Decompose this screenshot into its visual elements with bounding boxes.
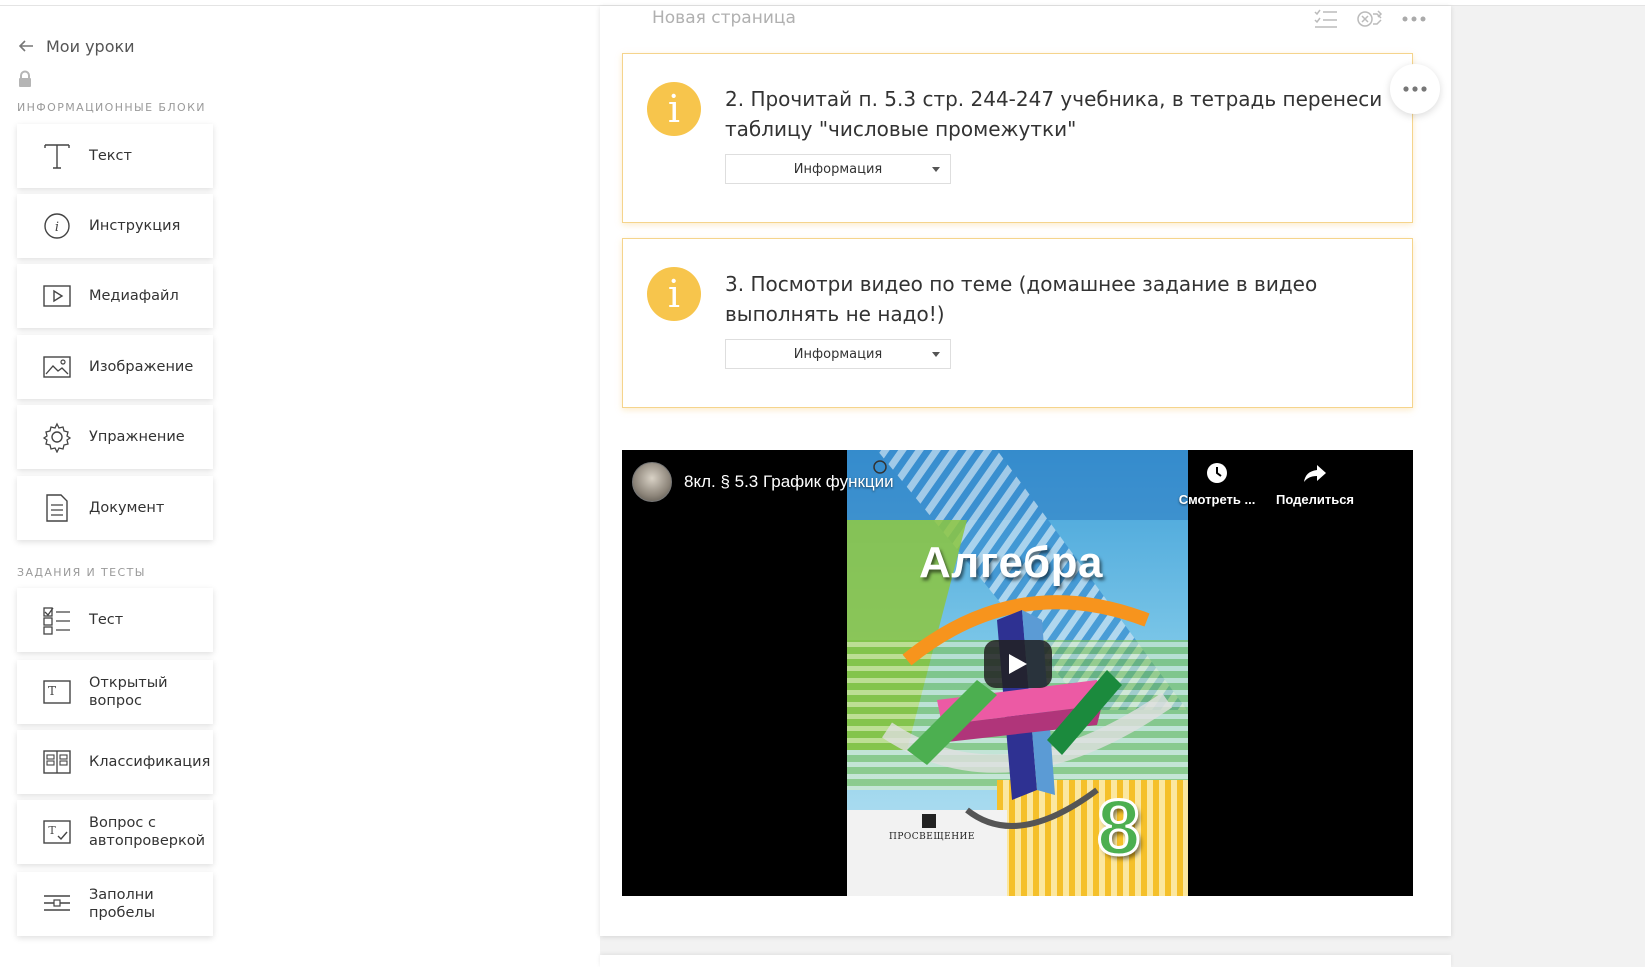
tile-document[interactable]: Документ xyxy=(17,476,213,540)
document-icon xyxy=(41,492,73,524)
info-circle-icon: i xyxy=(41,210,73,242)
tile-exercise[interactable]: Упражнение xyxy=(17,405,213,469)
tile-image[interactable]: Изображение xyxy=(17,335,213,399)
block-type-value: Информация xyxy=(793,161,883,177)
checklist-settings-icon[interactable] xyxy=(1313,8,1339,30)
cover-title: Алгебра xyxy=(919,538,1103,587)
block-type-select[interactable]: Информация xyxy=(725,154,951,184)
tile-label: Классификация xyxy=(89,754,211,770)
channel-avatar[interactable] xyxy=(632,462,672,502)
next-page-card xyxy=(600,955,1451,967)
tile-label: Текст xyxy=(89,148,132,164)
info-block[interactable]: i 3. Посмотри видео по теме (домашнее за… xyxy=(622,238,1413,408)
tile-media[interactable]: Медиафайл xyxy=(17,264,213,328)
dropdown-caret-icon xyxy=(932,167,940,172)
video-title[interactable]: 8кл. § 5.3 График функции xyxy=(684,472,894,492)
tile-label: Упражнение xyxy=(89,429,185,445)
clock-icon xyxy=(1207,463,1227,483)
lesson-page: Новая страница i 2. Прочитай п. 5.3 стр.… xyxy=(600,6,1451,936)
tile-label: Медиафайл xyxy=(89,288,179,304)
tile-label: Тест xyxy=(89,612,124,628)
gear-icon xyxy=(41,421,73,454)
shuffle-off-icon[interactable] xyxy=(1357,8,1383,30)
svg-text:T: T xyxy=(48,824,56,837)
tile-open-question[interactable]: T Открытый вопрос xyxy=(17,660,213,724)
tile-label: Открытый вопрос xyxy=(89,675,168,709)
tile-label: Изображение xyxy=(89,359,194,375)
media-block: Алгебра 8 ПРОСВЕЩЕНИЕ 8кл. § 5.3 График … xyxy=(622,430,1413,920)
tile-label: Документ xyxy=(89,500,165,516)
sidebar-scroll-area[interactable]: Мои уроки Информационные блоки Текст i И… xyxy=(0,6,600,954)
info-block-text[interactable]: 3. Посмотри видео по теме (домашнее зада… xyxy=(725,269,1385,329)
block-type-value: Информация xyxy=(793,346,883,362)
info-icon: i xyxy=(647,82,701,136)
classification-icon xyxy=(41,746,73,778)
tile-instruction[interactable]: i Инструкция xyxy=(17,194,213,258)
tile-auto-check-question[interactable]: T Вопрос с автопроверкой xyxy=(17,800,213,864)
info-block[interactable]: i 2. Прочитай п. 5.3 стр. 244-247 учебни… xyxy=(622,53,1413,223)
share-arrow-icon xyxy=(1304,465,1326,482)
section-title-info: Информационные блоки xyxy=(17,101,206,114)
image-icon xyxy=(41,351,73,383)
play-box-icon xyxy=(41,280,73,312)
back-to-my-lessons[interactable]: Мои уроки xyxy=(16,31,135,61)
text-t-icon xyxy=(41,140,73,172)
section-title-tasks: Задания и тесты xyxy=(17,566,146,579)
cover-publisher: ПРОСВЕЩЕНИЕ xyxy=(889,832,975,842)
tile-text[interactable]: Текст xyxy=(17,124,213,188)
more-options-icon[interactable] xyxy=(1401,8,1427,30)
block-more-button[interactable] xyxy=(1390,64,1440,114)
sidebar: Мои уроки Информационные блоки Текст i И… xyxy=(0,6,600,967)
cover-grade: 8 xyxy=(1095,782,1141,873)
tile-test[interactable]: Тест xyxy=(17,588,213,652)
auto-check-icon: T xyxy=(41,816,73,848)
share-label: Поделиться xyxy=(1275,492,1355,507)
watch-later-button[interactable]: Смотреть ... xyxy=(1172,460,1262,507)
tile-classification[interactable]: Классификация xyxy=(17,730,213,794)
info-block-text[interactable]: 2. Прочитай п. 5.3 стр. 244-247 учебника… xyxy=(725,84,1385,144)
svg-text:T: T xyxy=(48,684,56,698)
checklist-icon xyxy=(41,604,73,636)
watch-later-label: Смотреть ... xyxy=(1178,492,1256,507)
dropdown-caret-icon xyxy=(932,352,940,357)
page-title[interactable]: Новая страница xyxy=(652,8,796,28)
more-dots-icon xyxy=(1403,86,1427,92)
play-button[interactable] xyxy=(984,640,1052,688)
tile-label: Вопрос с автопроверкой xyxy=(89,815,206,849)
tile-fill-gaps[interactable]: Заполни пробелы xyxy=(17,872,213,936)
page-toolbar xyxy=(1313,8,1427,30)
back-label: Мои уроки xyxy=(46,36,135,56)
tile-label: Инструкция xyxy=(89,218,181,234)
open-question-icon: T xyxy=(41,676,73,708)
fill-gaps-icon xyxy=(41,888,73,920)
youtube-player[interactable]: Алгебра 8 ПРОСВЕЩЕНИЕ 8кл. § 5.3 График … xyxy=(622,450,1413,896)
play-icon xyxy=(1009,654,1027,674)
info-icon: i xyxy=(647,267,701,321)
tile-label: Заполни пробелы xyxy=(89,887,156,921)
share-button[interactable]: Поделиться xyxy=(1270,460,1360,507)
lock-icon[interactable] xyxy=(17,70,33,88)
block-type-select[interactable]: Информация xyxy=(725,339,951,369)
svg-text:i: i xyxy=(55,220,59,235)
arrow-left-icon xyxy=(18,40,33,52)
